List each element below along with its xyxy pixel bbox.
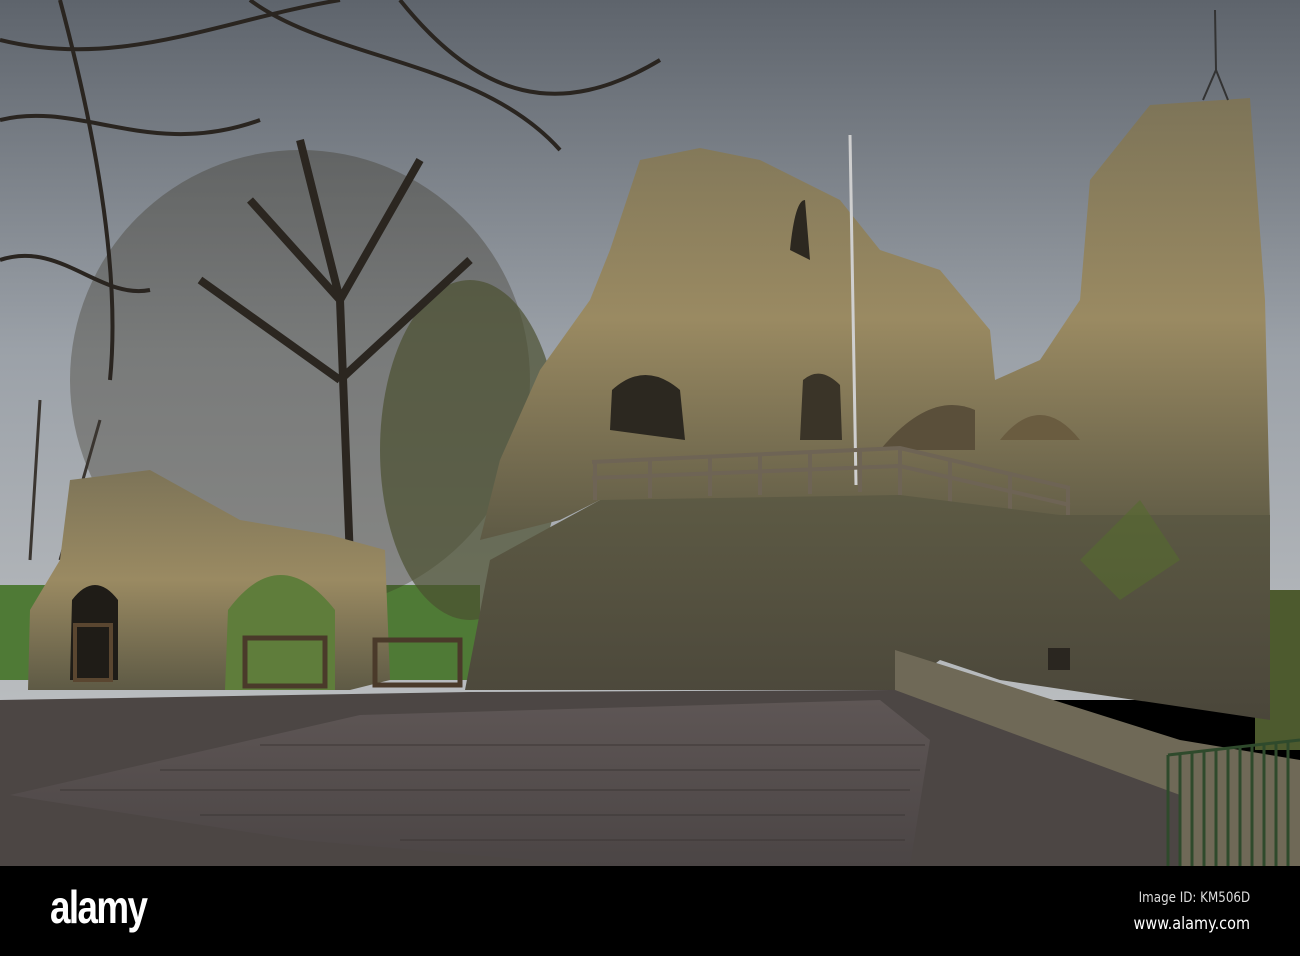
- watermark-bar: alamy Image ID: KM506D www.alamy.com: [0, 866, 1300, 956]
- site-url: www.alamy.com: [1133, 914, 1250, 934]
- stock-photo: alamy Image ID: KM506D www.alamy.com: [0, 0, 1300, 956]
- castle-ruins-photo: [0, 0, 1300, 866]
- image-id: Image ID: KM506D: [1138, 890, 1250, 906]
- alamy-logo: alamy: [50, 881, 148, 933]
